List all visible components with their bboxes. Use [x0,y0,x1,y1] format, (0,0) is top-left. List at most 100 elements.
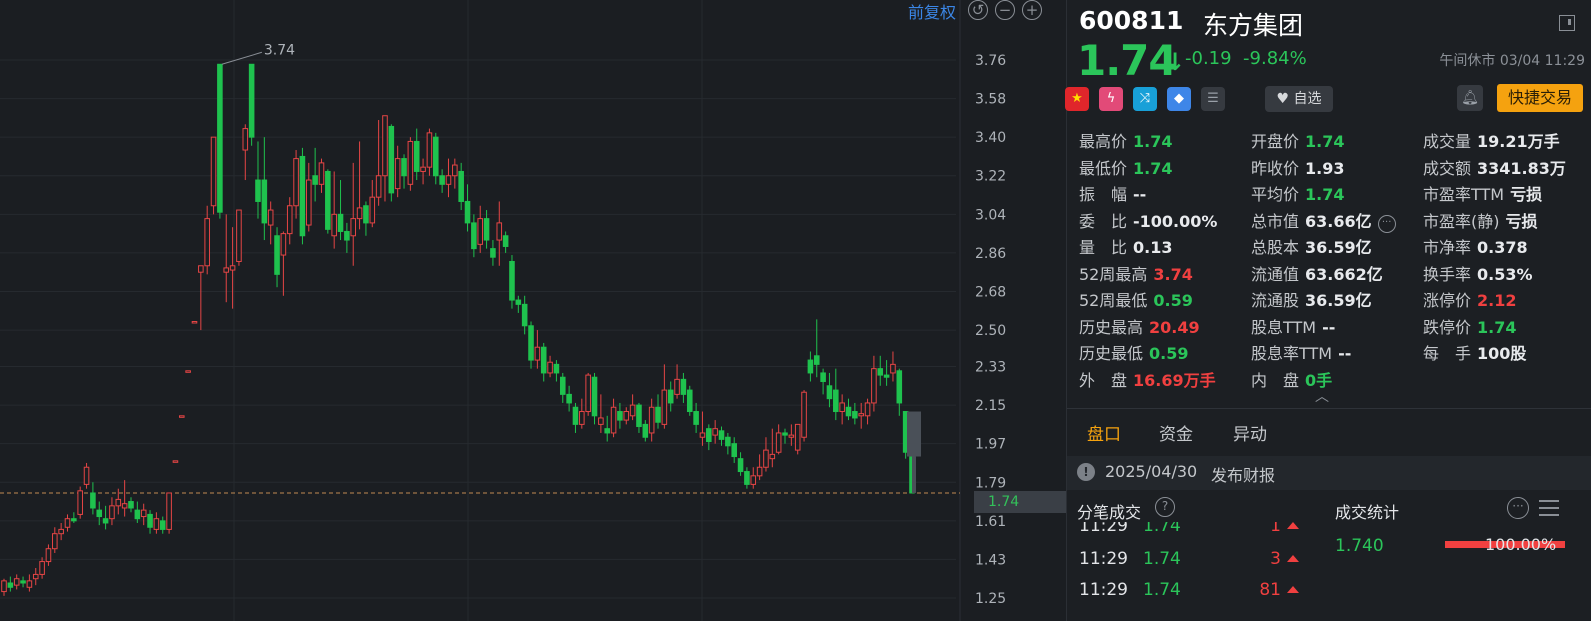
tab-funds[interactable]: 资金 [1159,420,1193,445]
quote-label: 市盈率(静) [1423,211,1500,231]
candle-body [585,374,591,413]
tab-events[interactable]: 异动 [1233,420,1267,445]
quote-item: 跌停价 1.74 [1423,314,1517,338]
candle-body [77,490,83,515]
quote-value: -100.00% [1133,211,1218,231]
more-icon[interactable]: ··· [1377,214,1396,233]
quote-item: 总股本 36.59亿 [1251,234,1372,258]
down-arrow-icon: ↓ [1165,48,1186,76]
trades-list[interactable]: 11:29 1.74 1 11:29 1.74 3 11:29 1.74 81 [1079,522,1299,621]
candle-body [134,509,141,520]
candle-body [744,471,750,485]
quote-label: 52周最高 [1079,264,1148,284]
market-status: 午间休市 03/04 11:29 [1439,53,1585,69]
list-view-icon[interactable] [1539,499,1559,517]
quote-item: 外 盘 16.69万手 [1079,367,1216,391]
zoom-in-icon[interactable]: + [1022,0,1042,20]
candle-body [483,218,490,241]
candle-body [572,406,579,425]
candle-body [7,582,14,588]
y-tick-label: 3.22 [975,169,1006,185]
candle-body [280,233,287,256]
quote-label: 最低价 [1079,158,1128,178]
quote-label: 流通股 [1251,291,1300,310]
y-tick-label: 3.40 [975,130,1006,146]
candle-body [102,518,109,524]
quote-label: 开盘价 [1251,132,1300,151]
candle-body [26,580,33,588]
quote-label: 成交额 [1423,158,1472,178]
y-tick-label: 1.61 [975,514,1006,530]
quote-value: 亏损 [1510,185,1543,204]
help-icon[interactable]: ? [1155,497,1175,517]
quote-item: 最低价 1.74 [1079,155,1173,179]
trade-time: 11:29 [1079,522,1128,536]
zoom-out-icon[interactable]: − [995,0,1015,20]
candle-body [648,406,655,434]
trade-row: 11:29 1.74 81 [1079,580,1299,606]
candle-body [236,209,242,262]
earnings-notice[interactable]: ! 2025/04/30 发布财报 [1067,456,1591,490]
hot-icon[interactable]: ϟ [1099,87,1123,111]
shuffle-icon[interactable]: ⤨ [1133,87,1157,111]
candle-body [852,411,858,419]
candle-body [674,378,680,395]
candle-body [559,376,566,395]
add-favorite-button[interactable]: ♥ 自选 [1265,86,1333,112]
candle-body [642,423,649,438]
candle-body [13,578,20,586]
collapse-panel-icon[interactable] [1559,15,1575,31]
y-tick-label: 3.58 [975,92,1006,108]
quote-item: 历史最低 0.59 [1079,340,1189,364]
trade-volume: 3 [1270,549,1281,569]
candle-body [718,430,725,440]
candle-body [426,132,433,168]
up-arrow-icon [1287,586,1299,593]
quote-value: 36.59亿 [1305,291,1372,310]
bell-icon[interactable]: 🔔︎ [1457,85,1483,111]
candle-body [680,378,687,395]
candle-body [210,136,217,207]
candle-body [509,260,515,301]
candle-body [699,432,706,438]
quote-item: 成交额 3341.83万 [1423,155,1566,179]
quote-label: 内 盘 [1251,370,1300,390]
candle-body [667,389,674,404]
candle-body [153,518,160,530]
candle-body [598,417,604,425]
reset-icon[interactable]: ↺ [968,0,988,20]
china-flag-icon[interactable]: ★ [1065,87,1089,111]
quote-label: 总市值 [1251,211,1300,231]
candle-body [331,213,337,237]
quote-item: 市净率 0.378 [1423,234,1528,258]
quote-value: 3.74 [1153,264,1193,284]
quote-value: 63.66亿 [1305,211,1372,231]
more-options-icon[interactable]: ··· [1507,497,1529,519]
candle-body [445,175,452,185]
quote-item: 流通股 36.59亿 [1251,287,1372,311]
candle-body [864,402,871,417]
candle-body [90,492,96,509]
kline-chart[interactable]: 3.76 3.58 3.40 3.22 3.04 2.86 2.68 2.50 2.33 2.15… [0,0,1066,621]
candle-body [382,115,388,177]
quote-value: 36.59亿 [1305,238,1372,257]
adjust-mode-button[interactable]: 前复权 [908,0,956,23]
up-arrow-icon [1287,522,1299,529]
trade-price: 1.74 [1143,522,1181,536]
candle-body [274,235,280,275]
kline-svg[interactable]: 3.76 3.58 3.40 3.22 3.04 2.86 2.68 2.50 2.33 2.15… [0,0,1066,621]
candle-body [763,449,769,468]
tab-orderbook[interactable]: 盘口 [1087,420,1121,445]
notes-icon[interactable]: ☰ [1201,87,1225,111]
expand-chevron-icon[interactable]: ︿ [1315,386,1329,406]
y-tick-label: 2.15 [975,398,1006,414]
stat-percent: 100.00% [1485,535,1557,554]
candle-body [534,346,541,361]
tag-icon[interactable]: ◆ [1167,87,1191,111]
candle-body [833,389,839,413]
candle-body [248,63,255,138]
candle-body [401,158,407,177]
quick-trade-button[interactable]: 快捷交易 [1497,84,1583,112]
candle-body [166,492,172,530]
candle-body [756,466,763,477]
